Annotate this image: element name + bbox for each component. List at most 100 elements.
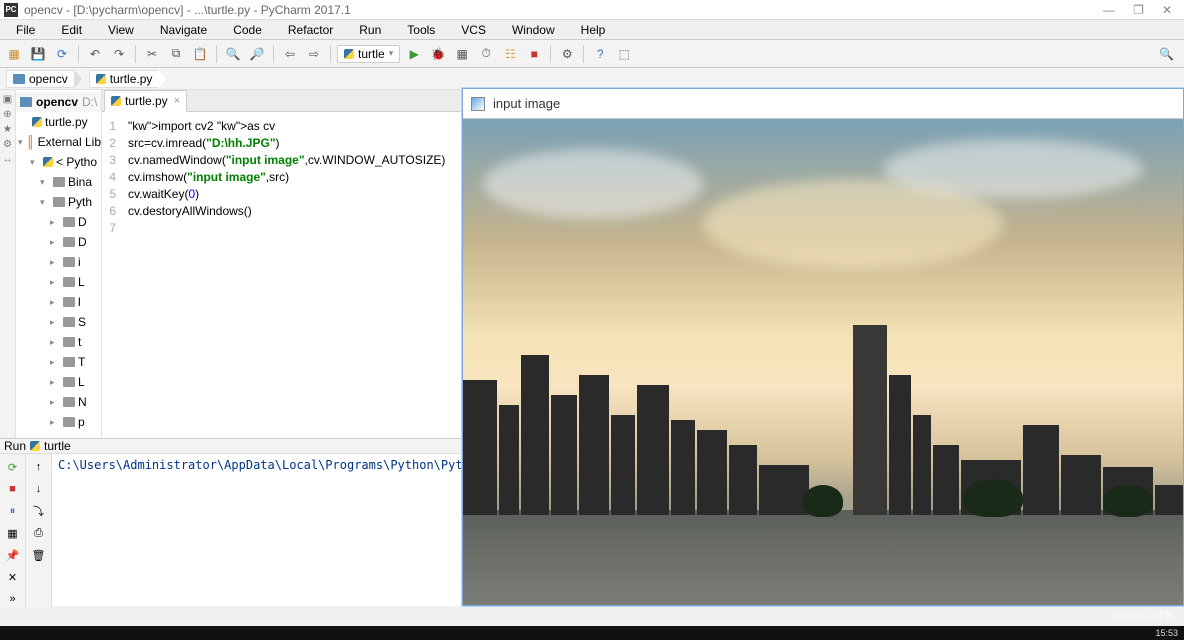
structure-toolwin-icon[interactable]: ⊕ xyxy=(3,109,11,120)
wrap-icon[interactable]: ⤵ xyxy=(30,502,48,520)
expand-icon[interactable]: ▾ xyxy=(40,177,50,188)
save-icon[interactable]: 💾 xyxy=(28,44,48,64)
expand-icon[interactable]: ▸ xyxy=(50,397,60,408)
search-everywhere-icon[interactable]: 🔍 xyxy=(1159,47,1174,61)
menu-run[interactable]: Run xyxy=(347,23,393,37)
settings-gutter-icon[interactable]: ⚙ xyxy=(3,139,12,150)
expand-icon[interactable]: ▾ xyxy=(40,197,50,208)
expand-icon[interactable]: ▸ xyxy=(50,237,60,248)
close-run-icon[interactable]: ✕ xyxy=(4,568,22,586)
settings-icon[interactable]: ⚙ xyxy=(557,44,577,64)
menu-window[interactable]: Window xyxy=(500,23,567,37)
expand-icon[interactable]: ▸ xyxy=(50,297,60,308)
pause-icon[interactable]: ⏸ xyxy=(4,502,22,520)
close-button[interactable]: ✕ xyxy=(1162,3,1172,17)
menu-file[interactable]: File xyxy=(4,23,47,37)
tree-folder[interactable]: ▸S xyxy=(16,312,101,332)
expand-icon[interactable]: ▸ xyxy=(50,337,60,348)
menu-help[interactable]: Help xyxy=(569,23,618,37)
menu-view[interactable]: View xyxy=(96,23,146,37)
close-tab-icon[interactable]: × xyxy=(174,95,180,107)
debug-icon[interactable]: 🐞 xyxy=(428,44,448,64)
tree-folder[interactable]: ▸N xyxy=(16,392,101,412)
tree-folder[interactable]: ▸L xyxy=(16,372,101,392)
expand-icon[interactable]: ▸ xyxy=(50,317,60,328)
down-icon[interactable]: ↓ xyxy=(30,480,48,498)
concurrency-icon[interactable]: ☷ xyxy=(500,44,520,64)
toolbar-separator xyxy=(273,45,274,63)
tree-folder[interactable]: ▸i xyxy=(16,252,101,272)
rerun-icon[interactable]: ⟳ xyxy=(4,458,22,476)
forward-icon[interactable]: ⇨ xyxy=(304,44,324,64)
paste-icon[interactable]: 📋 xyxy=(190,44,210,64)
expand-icon[interactable]: ▸ xyxy=(50,357,60,368)
tree-folder[interactable]: ▸D xyxy=(16,212,101,232)
pin-icon[interactable]: 📌 xyxy=(4,546,22,564)
clear-icon[interactable]: 🗑 xyxy=(30,546,48,564)
expand-icon[interactable]: ▸ xyxy=(50,257,60,268)
tree-external-libs[interactable]: ▾ ║ External Lib xyxy=(16,132,101,152)
up-icon[interactable]: ↑ xyxy=(30,458,48,476)
collapse-gutter-icon[interactable]: ↔ xyxy=(3,154,13,165)
breadcrumb-root[interactable]: opencv xyxy=(6,70,75,88)
watermark: @51CTO博客 xyxy=(1112,607,1174,622)
stop-icon[interactable]: ■ xyxy=(524,44,544,64)
layout-icon[interactable]: ▦ xyxy=(4,524,22,542)
expand-icon[interactable]: ▸ xyxy=(50,377,60,388)
tree-file[interactable]: turtle.py xyxy=(16,112,101,132)
maximize-button[interactable]: ❐ xyxy=(1133,3,1144,17)
sync-icon[interactable]: ⟳ xyxy=(52,44,72,64)
tree-python-sdk[interactable]: ▾ < Pytho xyxy=(16,152,101,172)
opencv-image-window[interactable]: input image xyxy=(462,88,1184,606)
undo-icon[interactable]: ↶ xyxy=(85,44,105,64)
tree-folder[interactable]: ▸l xyxy=(16,292,101,312)
run-icon[interactable]: ▶ xyxy=(404,44,424,64)
stop-icon[interactable]: ■ xyxy=(4,480,22,498)
menu-code[interactable]: Code xyxy=(221,23,274,37)
menu-refactor[interactable]: Refactor xyxy=(276,23,345,37)
code-area[interactable]: "kw">import cv2 "kw">as cvsrc=cv.imread(… xyxy=(120,112,453,488)
project-root[interactable]: opencv D:\ xyxy=(16,92,101,112)
menu-navigate[interactable]: Navigate xyxy=(148,23,219,37)
breadcrumb-file[interactable]: turtle.py xyxy=(89,70,160,88)
tree-folder[interactable]: ▸D xyxy=(16,232,101,252)
help-icon[interactable]: ? xyxy=(590,44,610,64)
sdk-icon[interactable]: ⬚ xyxy=(614,44,634,64)
expand-icon[interactable]: ▾ xyxy=(30,157,40,168)
more-icon[interactable]: » xyxy=(4,590,22,608)
profile-icon[interactable]: ⏱ xyxy=(476,44,496,64)
cut-icon[interactable]: ✂ xyxy=(142,44,162,64)
menu-tools[interactable]: Tools xyxy=(395,23,447,37)
tree-folder[interactable]: ▸p xyxy=(16,412,101,432)
tree-folder[interactable]: ▾Bina xyxy=(16,172,101,192)
tree-folder[interactable]: ▾Pyth xyxy=(16,192,101,212)
menu-vcs[interactable]: VCS xyxy=(449,23,498,37)
editor-tab[interactable]: turtle.py × xyxy=(104,90,187,112)
expand-icon[interactable]: ▸ xyxy=(50,277,60,288)
redo-icon[interactable]: ↷ xyxy=(109,44,129,64)
minimize-button[interactable]: — xyxy=(1103,3,1115,17)
menu-edit[interactable]: Edit xyxy=(49,23,94,37)
tree-folder[interactable]: ▸t xyxy=(16,332,101,352)
favorites-toolwin-icon[interactable]: ★ xyxy=(3,124,12,135)
expand-icon[interactable]: ▸ xyxy=(50,417,60,428)
expand-icon[interactable]: ▸ xyxy=(50,217,60,228)
folder-icon xyxy=(63,397,75,407)
window-title: opencv - [D:\pycharm\opencv] - ...\turtl… xyxy=(24,3,351,17)
print-icon[interactable]: ⎙ xyxy=(30,524,48,542)
project-toolwin-icon[interactable]: ▣ xyxy=(3,94,12,105)
expand-icon[interactable]: ▾ xyxy=(18,137,23,148)
copy-icon[interactable]: ⧉ xyxy=(166,44,186,64)
image-window-titlebar[interactable]: input image xyxy=(463,89,1183,119)
project-root-label: opencv xyxy=(36,95,78,109)
tree-folder[interactable]: ▸T xyxy=(16,352,101,372)
run-output[interactable]: C:\Users\Administrator\AppData\Local\Pro… xyxy=(52,454,462,608)
coverage-icon[interactable]: ▦ xyxy=(452,44,472,64)
open-icon[interactable]: ▦ xyxy=(4,44,24,64)
toolbar-separator xyxy=(78,45,79,63)
run-config-dropdown[interactable]: turtle ▾ xyxy=(337,45,400,63)
find-icon[interactable]: 🔍 xyxy=(223,44,243,64)
tree-folder[interactable]: ▸L xyxy=(16,272,101,292)
replace-icon[interactable]: 🔎 xyxy=(247,44,267,64)
back-icon[interactable]: ⇦ xyxy=(280,44,300,64)
